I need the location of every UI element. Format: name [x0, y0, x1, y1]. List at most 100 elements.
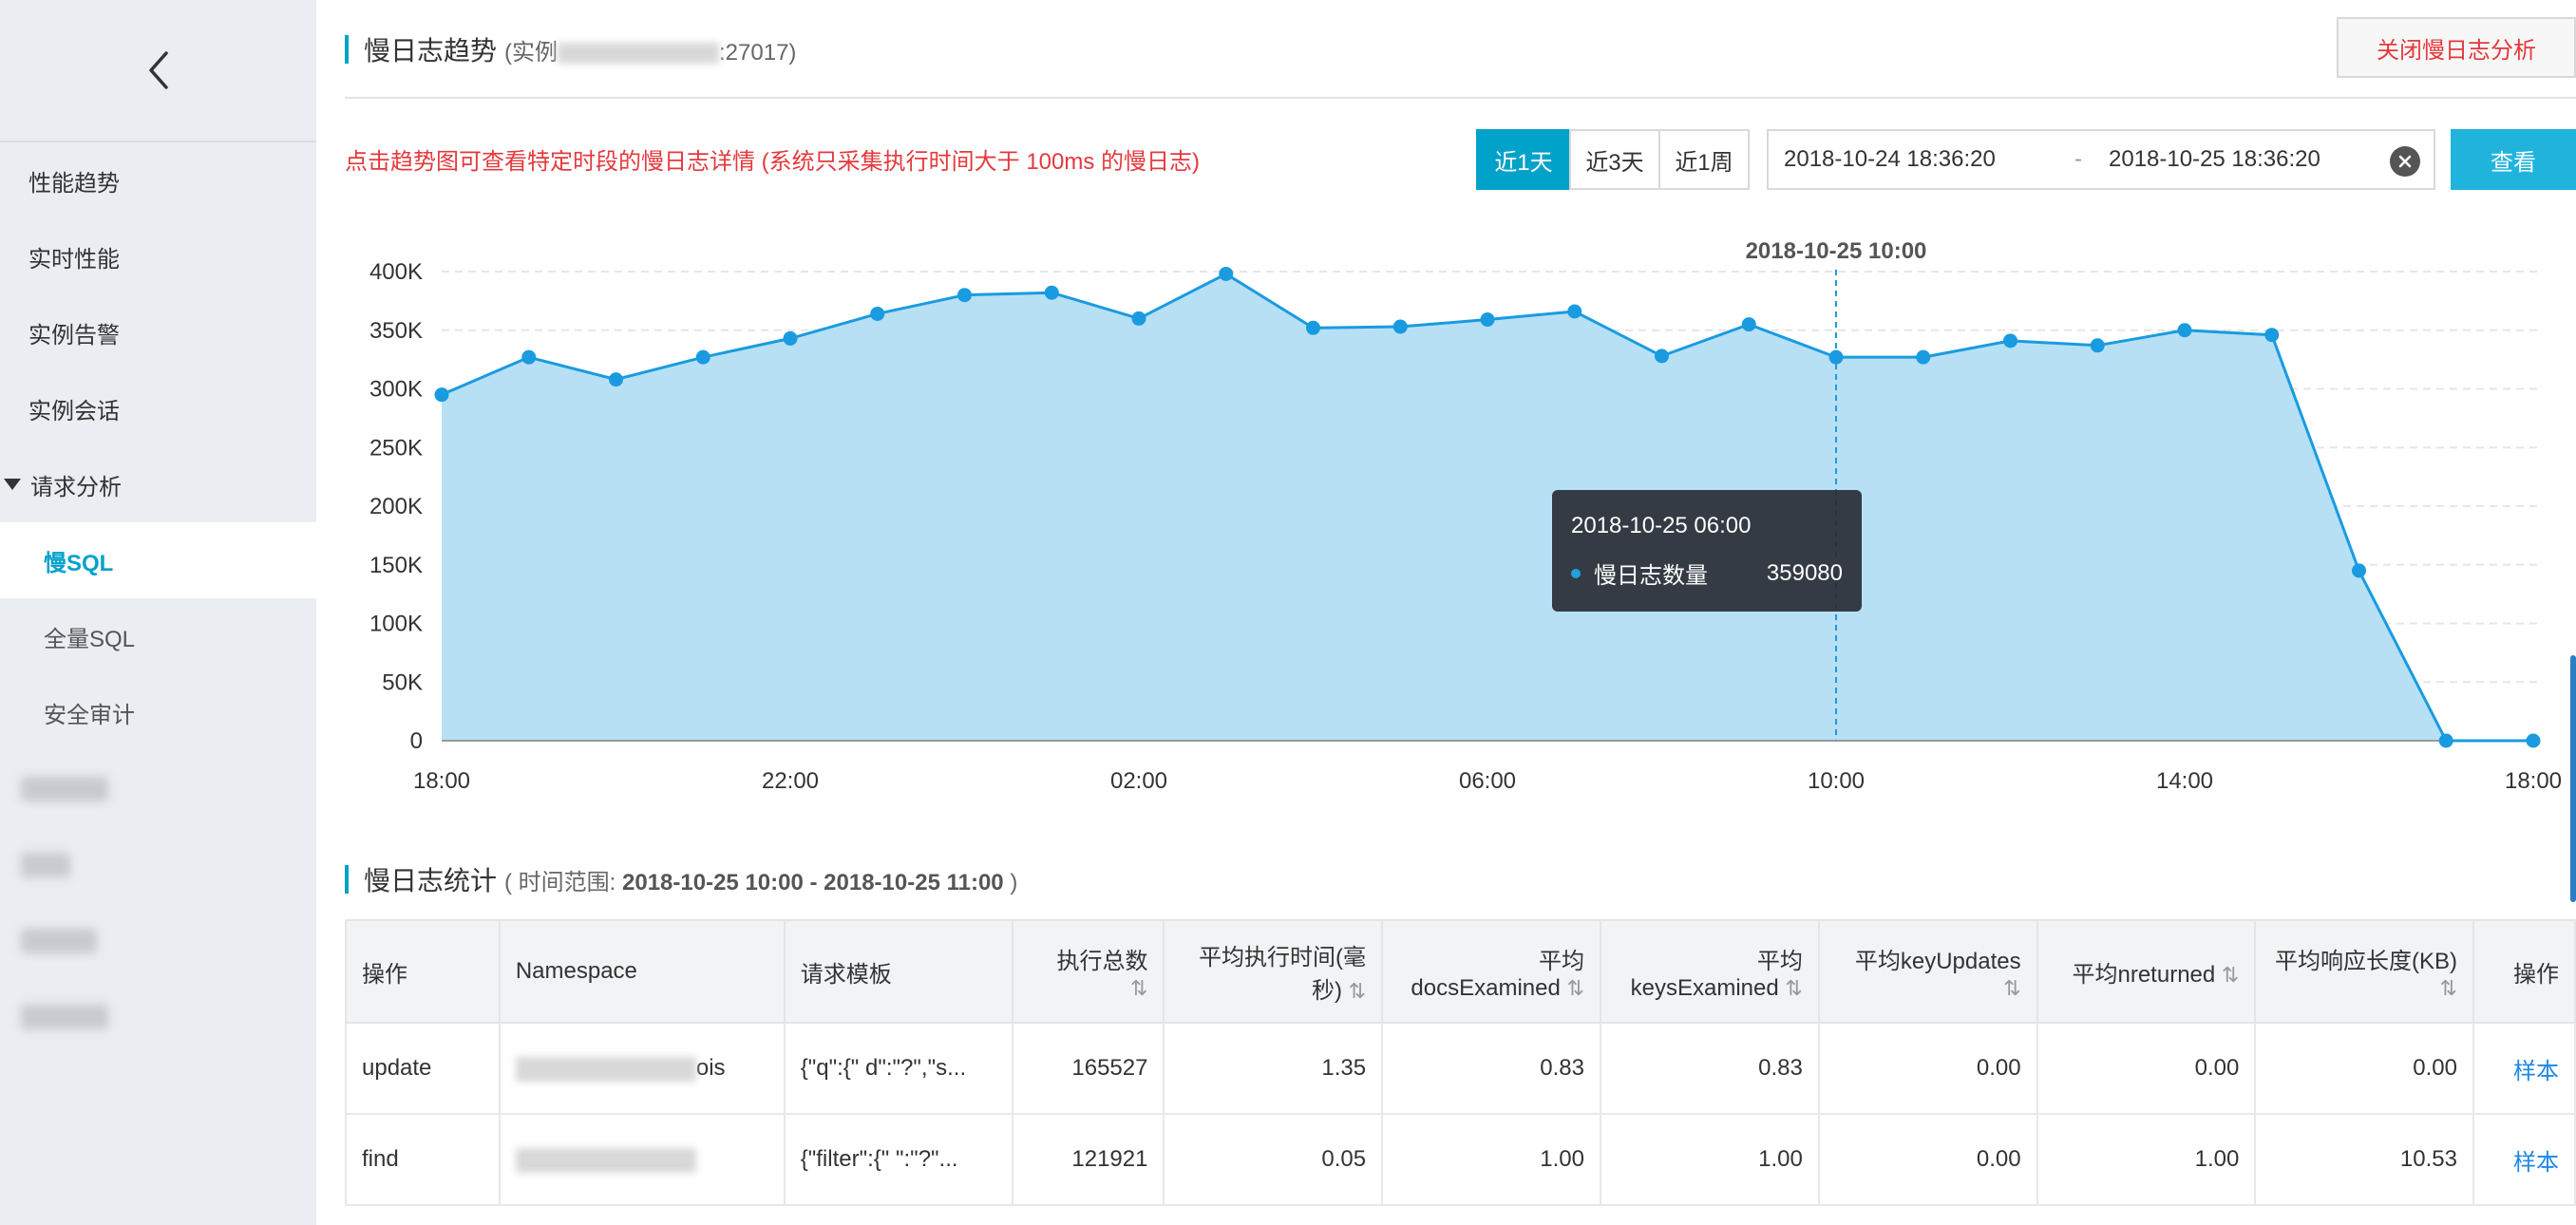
sort-icon[interactable]: ⇅	[2222, 963, 2239, 987]
redacted-sidebar-item[interactable]	[21, 1005, 108, 1029]
cell-total: 121921	[1011, 1113, 1165, 1206]
cell-namespace: ois	[498, 1022, 786, 1115]
col-total-executions[interactable]: 执行总数 ⇅	[1011, 919, 1165, 1024]
redacted-sidebar-item[interactable]	[21, 929, 97, 953]
y-tick-label: 50K	[382, 669, 423, 695]
stats-section-title: 慢日志统计 ( 时间范围: 2018-10-25 10:00 - 2018-10…	[345, 860, 1017, 898]
col-avg-response-length[interactable]: 平均响应长度(KB) ⇅	[2254, 919, 2474, 1024]
data-point	[695, 349, 710, 365]
col-avg-nreturned[interactable]: 平均nreturned ⇅	[2036, 919, 2257, 1024]
end-date-input[interactable]: 2018-10-25 18:36:20	[2109, 146, 2320, 173]
start-date-input[interactable]: 2018-10-24 18:36:20	[1784, 146, 1996, 173]
sidebar-group-request-analysis[interactable]: 请求分析	[0, 446, 316, 522]
scrollbar-thumb[interactable]	[2570, 655, 2576, 902]
stats-title: 慢日志统计	[364, 866, 498, 895]
sort-icon[interactable]: ⇅	[1785, 976, 1802, 1000]
sort-icon[interactable]: ⇅	[1349, 979, 1366, 1003]
x-tick-label: 06:00	[1459, 768, 1516, 794]
range-prefix: ( 时间范围:	[504, 869, 623, 895]
sidebar-item-full-sql[interactable]: 全量SQL	[0, 598, 316, 674]
stats-time-range: ( 时间范围: 2018-10-25 10:00 - 2018-10-25 11…	[504, 863, 1017, 896]
series-dot-icon	[1571, 568, 1581, 578]
title-accent-bar	[345, 35, 349, 64]
sort-icon[interactable]: ⇅	[2440, 976, 2457, 1000]
col-action: 操作	[2472, 919, 2576, 1024]
data-point	[1392, 319, 1408, 334]
sidebar-item-realtime-performance[interactable]: 实时性能	[0, 218, 316, 294]
col-avg-keys-examined[interactable]: 平均keysExamined ⇅	[1599, 919, 1820, 1024]
cell-operation: find	[345, 1113, 501, 1206]
back-button[interactable]	[0, 0, 316, 142]
chart-hint-text: 点击趋势图可查看特定时段的慢日志详情 (系统只采集执行时间大于 100ms 的慢…	[345, 149, 1201, 175]
time-range-selector: 近1天 近3天 近1周	[1476, 129, 1750, 190]
data-point	[1567, 304, 1582, 319]
col-avg-exec-time[interactable]: 平均执行时间(毫秒) ⇅	[1163, 919, 1384, 1024]
sidebar-item-label: 实例告警	[28, 322, 120, 349]
sidebar-item-label: 实时性能	[28, 246, 120, 273]
data-point	[1916, 349, 1931, 365]
sample-link-label[interactable]: 样本	[2513, 1059, 2559, 1084]
slow-log-trend-chart[interactable]: 0 50K 100K 150K 200K 250K 300K 350K 400K 2018-10-…	[345, 228, 2576, 817]
col-avg-key-updates[interactable]: 平均keyUpdates ⇅	[1817, 919, 2038, 1024]
tooltip-time: 2018-10-25 06:00	[1571, 513, 1752, 538]
redacted-namespace	[515, 1056, 696, 1082]
sort-icon[interactable]: ⇅	[1130, 976, 1147, 1000]
x-tick-label: 18:00	[413, 768, 470, 794]
y-tick-label: 300K	[369, 377, 423, 403]
sort-icon[interactable]: ⇅	[1567, 976, 1584, 1000]
sidebar-item-label: 慢SQL	[44, 550, 114, 576]
col-avg-docs-examined[interactable]: 平均docsExamined ⇅	[1381, 919, 1601, 1024]
range-3-days-button[interactable]: 近3天	[1569, 129, 1660, 190]
range-1-week-button[interactable]: 近1周	[1658, 129, 1750, 190]
redacted-sidebar-item[interactable]	[21, 853, 70, 877]
date-separator: -	[2074, 146, 2082, 172]
sidebar-item-security-audit[interactable]: 安全审计	[0, 674, 316, 750]
sort-icon[interactable]: ⇅	[2003, 976, 2020, 1000]
chart-tooltip: 2018-10-25 06:00 慢日志数量 359080	[1552, 490, 1862, 612]
data-point	[1655, 349, 1669, 364]
data-point	[2438, 733, 2453, 748]
sidebar-item-slow-sql[interactable]: 慢SQL	[0, 522, 316, 598]
col-label: 平均执行时间(毫秒)	[1199, 945, 1367, 1004]
data-point	[1044, 285, 1059, 300]
table-header-row: 操作 Namespace 请求模板 执行总数 ⇅ 平均执行时间(毫秒) ⇅ 平均d…	[345, 919, 2576, 1024]
range-1-day-button[interactable]: 近1天	[1476, 129, 1571, 190]
col-label: 执行总数	[1056, 948, 1148, 974]
x-tick-label: 14:00	[2156, 768, 2213, 794]
close-slow-log-analysis-button[interactable]: 关闭慢日志分析	[2337, 17, 2576, 78]
x-tick-label: 02:00	[1110, 768, 1167, 794]
data-point	[1306, 320, 1320, 335]
sample-link[interactable]: 样本	[2472, 1022, 2576, 1115]
sample-link[interactable]: 样本	[2472, 1113, 2576, 1206]
sidebar-item-label: 实例会话	[28, 398, 120, 424]
crosshair-label: 2018-10-25 10:00	[1746, 238, 1927, 264]
slow-log-stats-table: 操作 Namespace 请求模板 执行总数 ⇅ 平均执行时间(毫秒) ⇅ 平均d…	[345, 919, 2576, 1206]
clear-icon[interactable]	[2390, 146, 2420, 177]
sample-link-label[interactable]: 样本	[2513, 1150, 2559, 1176]
col-label: 平均响应长度(KB)	[2274, 948, 2457, 974]
sidebar-item-performance-trend[interactable]: 性能趋势	[0, 142, 316, 218]
sidebar-item-label: 全量SQL	[44, 626, 136, 652]
redacted-namespace	[515, 1147, 696, 1173]
sidebar-item-instance-sessions[interactable]: 实例会话	[0, 370, 316, 446]
tooltip-series-name: 慢日志数量	[1594, 563, 1708, 589]
col-label: 平均nreturned	[2072, 961, 2216, 988]
x-tick-label: 18:00	[2505, 768, 2562, 794]
date-range-picker[interactable]: 2018-10-24 18:36:20 - 2018-10-25 18:36:2…	[1767, 129, 2435, 190]
cell-avg-time: 0.05	[1163, 1113, 1384, 1206]
instance-port: :27017)	[719, 39, 797, 66]
redacted-sidebar-item[interactable]	[21, 777, 108, 801]
data-point	[1828, 349, 1844, 365]
y-tick-label: 400K	[369, 259, 423, 285]
data-point	[2526, 733, 2541, 748]
tooltip-value: 359080	[1766, 559, 1843, 586]
col-label: 平均keyUpdates	[1854, 948, 2021, 974]
data-point	[1741, 317, 1756, 332]
query-button[interactable]: 查看	[2451, 129, 2576, 190]
data-point	[1131, 311, 1146, 326]
sidebar: 性能趋势 实时性能 实例告警 实例会话 请求分析 慢SQL 全量SQL 安全审计	[0, 0, 316, 1225]
cell-template: {"q":{" d":"?","s...	[783, 1022, 1013, 1115]
sidebar-item-instance-alerts[interactable]: 实例告警	[0, 294, 316, 370]
sidebar-item-label: 请求分析	[30, 474, 122, 500]
data-point	[783, 330, 798, 346]
